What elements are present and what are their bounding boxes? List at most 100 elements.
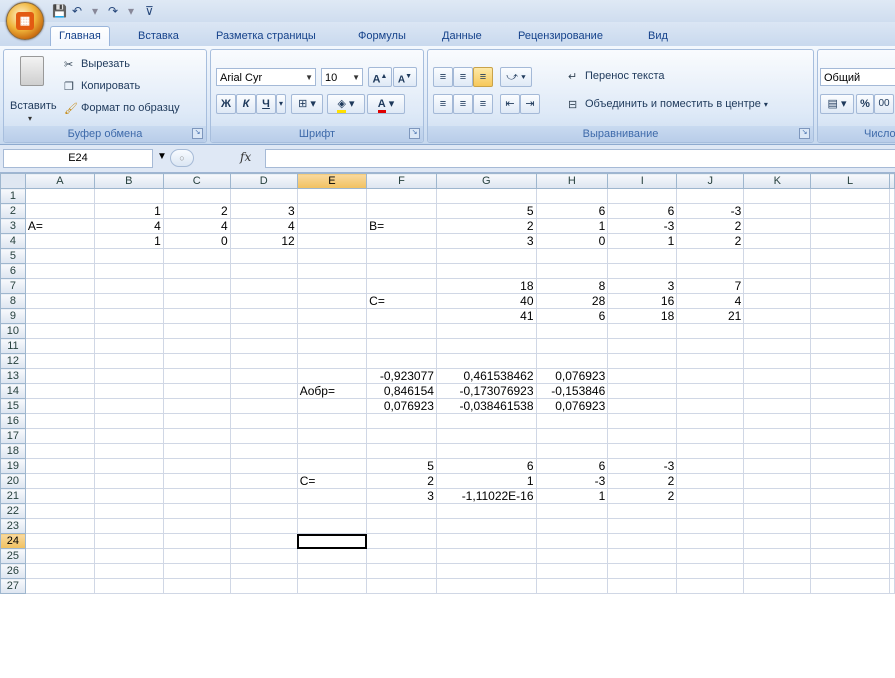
cell-d14[interactable] [229,383,298,399]
cell-d25[interactable] [229,548,298,564]
row-header[interactable]: 3 [0,218,26,234]
cell-i23[interactable] [607,518,678,534]
cell-g11[interactable] [435,338,537,354]
cell-e15[interactable] [296,398,368,414]
cell-e8[interactable] [296,293,368,309]
clipboard-launcher-icon[interactable]: ↘ [192,128,203,139]
cell-c3[interactable]: 4 [162,218,231,234]
cell-h12[interactable] [535,353,609,369]
cell-d23[interactable] [229,518,298,534]
cell-i2[interactable]: 6 [607,203,678,219]
cell-g23[interactable] [435,518,537,534]
cell-j4[interactable]: 2 [676,233,745,249]
column-header-h[interactable]: H [535,173,609,189]
row-header[interactable]: 4 [0,233,26,249]
cell-b15[interactable] [93,398,164,414]
cell-i4[interactable]: 1 [607,233,678,249]
cell-e4[interactable] [296,233,368,249]
cut-button[interactable]: ✂ Вырезать [64,56,130,72]
cell-e18[interactable] [296,443,368,459]
cell-l5[interactable] [810,248,890,264]
cell-l24[interactable] [810,533,890,549]
cell-e5[interactable] [296,248,368,264]
cell-c10[interactable] [162,323,231,339]
cell-k20[interactable] [743,473,812,489]
cell-d10[interactable] [229,323,298,339]
cell-a16[interactable] [24,413,95,429]
cell-a17[interactable] [24,428,95,444]
cell-c14[interactable] [162,383,231,399]
row-header[interactable]: 19 [0,458,26,474]
cell-a9[interactable] [24,308,95,324]
row-header[interactable]: 11 [0,338,26,354]
cell-k15[interactable] [743,398,812,414]
cell-i17[interactable] [607,428,678,444]
cell-l4[interactable] [810,233,890,249]
italic-button[interactable]: К [236,94,256,114]
column-header-i[interactable]: I [607,173,678,189]
cell-f10[interactable] [366,323,437,339]
cell-a6[interactable] [24,263,95,279]
cell-a5[interactable] [24,248,95,264]
row-header[interactable]: 7 [0,278,26,294]
cell-l27[interactable] [810,578,890,594]
cell-c2[interactable]: 2 [162,203,231,219]
cell-c21[interactable] [162,488,231,504]
cell-h25[interactable] [535,548,609,564]
cell-e6[interactable] [296,263,368,279]
cell-f2[interactable] [366,203,437,219]
cell-h4[interactable]: 0 [535,233,609,249]
increase-indent-button[interactable]: ⇥ [520,94,540,114]
cell-d17[interactable] [229,428,298,444]
cell-l18[interactable] [810,443,890,459]
cell-c7[interactable] [162,278,231,294]
row-header[interactable]: 21 [0,488,26,504]
cell-j18[interactable] [676,443,745,459]
cell-h5[interactable] [535,248,609,264]
cell-i8[interactable]: 16 [607,293,678,309]
cell-k4[interactable] [743,233,812,249]
cell-d1[interactable] [229,188,298,204]
cell-b5[interactable] [93,248,164,264]
cell-l9[interactable] [810,308,890,324]
row-header[interactable]: 2 [0,203,26,219]
tab-page-layout[interactable]: Разметка страницы [208,27,324,46]
cell-j9[interactable]: 21 [676,308,745,324]
cell-i25[interactable] [607,548,678,564]
cell-g16[interactable] [435,413,537,429]
cell-e3[interactable] [296,218,368,234]
grow-font-button[interactable]: A▲ [368,67,392,87]
cell-f16[interactable] [366,413,437,429]
row-header[interactable]: 13 [0,368,26,384]
cell-d13[interactable] [229,368,298,384]
row-header[interactable]: 12 [0,353,26,369]
cell-d21[interactable] [229,488,298,504]
cell-k3[interactable] [743,218,812,234]
cell-h18[interactable] [535,443,609,459]
cell-a1[interactable] [24,188,95,204]
cell-g15[interactable]: -0,038461538 [435,398,537,414]
name-box[interactable]: E24 [3,149,153,168]
row-header[interactable]: 26 [0,563,26,579]
cell-f3[interactable]: B= [366,218,437,234]
cell-d24[interactable] [229,533,298,549]
cell-i10[interactable] [607,323,678,339]
column-header-e[interactable]: E [296,173,368,189]
formula-input[interactable] [265,149,895,168]
cell-e22[interactable] [296,503,368,519]
cell-h22[interactable] [535,503,609,519]
cell-e13[interactable] [296,368,368,384]
font-launcher-icon[interactable]: ↘ [409,128,420,139]
cell-h23[interactable] [535,518,609,534]
cell-l19[interactable] [810,458,890,474]
cell-l22[interactable] [810,503,890,519]
cell-f17[interactable] [366,428,437,444]
cell-c24[interactable] [162,533,231,549]
cell-l2[interactable] [810,203,890,219]
row-header[interactable]: 22 [0,503,26,519]
paste-button[interactable]: Вставить ▾ [10,54,57,124]
cell-a20[interactable] [24,473,95,489]
cell-j1[interactable] [676,188,745,204]
cell-h7[interactable]: 8 [535,278,609,294]
align-center-button[interactable]: ≡ [453,94,473,114]
